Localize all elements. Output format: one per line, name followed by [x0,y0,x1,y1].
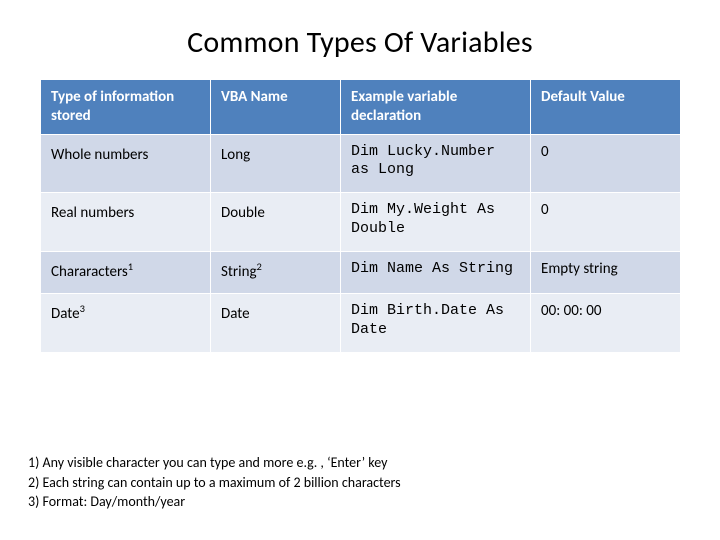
cell-type: Chararacters1 [41,251,211,294]
cell-vba: String2 [211,251,341,294]
cell-type: Date3 [41,294,211,353]
footnote-ref: 2 [257,260,262,273]
table-header-row: Type of information stored VBA Name Exam… [41,80,681,135]
col-example: Example variable declaration [341,80,531,135]
cell-type-text: Real numbers [51,204,134,222]
page-title: Common Types Of Variables [40,24,680,61]
cell-example: Dim Lucky.Number as Long [341,134,531,193]
cell-default: 00: 00: 00 [531,294,681,353]
cell-vba: Long [211,134,341,193]
footnote-3: 3) Format: Day/month/year [28,492,680,512]
footnotes: 1) Any visible character you can type an… [28,453,680,512]
table-row: Chararacters1 String2 Dim Name As String… [41,251,681,294]
col-type: Type of information stored [41,80,211,135]
cell-vba: Date [211,294,341,353]
cell-vba-text: Long [221,146,250,164]
cell-example: Dim My.Weight As Double [341,193,531,252]
cell-vba-text: Double [221,204,265,222]
footnote-ref: 3 [80,302,85,315]
table-row: Date3 Date Dim Birth.Date As Date 00: 00… [41,294,681,353]
variables-table: Type of information stored VBA Name Exam… [40,79,681,353]
cell-type: Real numbers [41,193,211,252]
col-vba: VBA Name [211,80,341,135]
table-row: Real numbers Double Dim My.Weight As Dou… [41,193,681,252]
footnote-ref: 1 [128,260,133,273]
cell-type-text: Date [51,305,80,323]
cell-vba-text: Date [221,305,250,323]
cell-default: Empty string [531,251,681,294]
footnote-1: 1) Any visible character you can type an… [28,453,680,473]
table-row: Whole numbers Long Dim Lucky.Number as L… [41,134,681,193]
col-default: Default Value [531,80,681,135]
cell-type-text: Whole numbers [51,146,148,164]
cell-example: Dim Name As String [341,251,531,294]
slide: Common Types Of Variables Type of inform… [0,0,720,540]
cell-vba: Double [211,193,341,252]
cell-vba-text: String [221,263,257,281]
cell-default: 0 [531,134,681,193]
cell-type: Whole numbers [41,134,211,193]
footnote-2: 2) Each string can contain up to a maxim… [28,473,680,493]
cell-type-text: Chararacters [51,263,128,281]
cell-default: 0 [531,193,681,252]
cell-example: Dim Birth.Date As Date [341,294,531,353]
